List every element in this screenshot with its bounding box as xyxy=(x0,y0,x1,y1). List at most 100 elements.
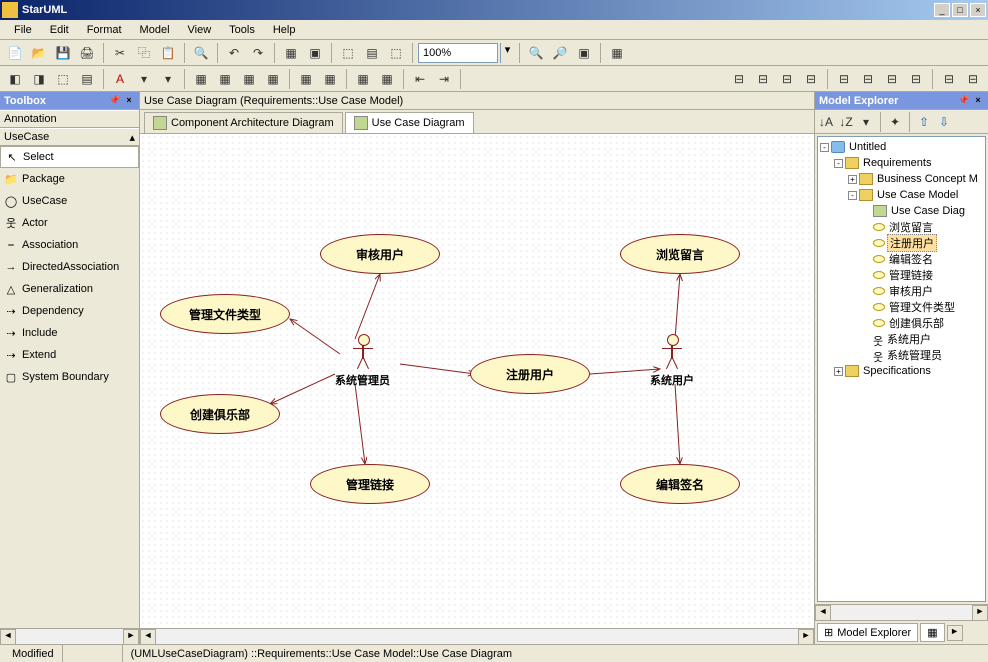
tree-item[interactable]: 系统用户 xyxy=(885,331,933,347)
zoom-dropdown-icon[interactable]: ▾ xyxy=(500,43,514,63)
tree-item[interactable]: 管理文件类型 xyxy=(887,299,957,315)
actor-a1[interactable]: 系统管理员 xyxy=(335,334,390,388)
fill-color-icon[interactable]: ▾ xyxy=(133,68,155,90)
zoom-fit-icon[interactable]: ▣ xyxy=(573,42,595,64)
fmt-12[interactable]: ▦ xyxy=(376,68,398,90)
tree-item[interactable]: 审核用户 xyxy=(887,283,935,299)
close-panel-icon[interactable]: × xyxy=(972,95,984,107)
tree-item[interactable]: 管理链接 xyxy=(887,267,935,283)
tree-item[interactable]: 系统管理员 xyxy=(885,347,944,363)
align-6[interactable]: ⊟ xyxy=(857,68,879,90)
tree-item[interactable]: 创建俱乐部 xyxy=(887,315,946,331)
fmt-5[interactable]: ▦ xyxy=(190,68,212,90)
exp-sort1-icon[interactable]: ↓A xyxy=(817,113,835,131)
align-7[interactable]: ⊟ xyxy=(881,68,903,90)
save-icon[interactable]: 💾 xyxy=(52,42,74,64)
toolbox-section-usecase[interactable]: UseCase▴ xyxy=(0,128,139,146)
fmt-9[interactable]: ▦ xyxy=(295,68,317,90)
tb-btn-5[interactable]: ⬚ xyxy=(385,42,407,64)
align-2[interactable]: ⊟ xyxy=(752,68,774,90)
toolbox-item-select[interactable]: ↖Select xyxy=(0,146,139,168)
tab-diagram-explorer[interactable]: ▦ xyxy=(920,623,944,642)
tree-item[interactable]: 编辑签名 xyxy=(887,251,935,267)
toolbox-item-dependency[interactable]: ⇢Dependency xyxy=(0,300,139,322)
copy-icon[interactable]: ⿻ xyxy=(133,42,155,64)
fmt-10[interactable]: ▦ xyxy=(319,68,341,90)
fmt-8[interactable]: ▦ xyxy=(262,68,284,90)
redo-icon[interactable]: ↷ xyxy=(247,42,269,64)
tree-toggle[interactable]: + xyxy=(834,367,843,376)
toolbox-item-association[interactable]: ⎯Association xyxy=(0,234,139,256)
find-icon[interactable]: 🔍 xyxy=(190,42,212,64)
tb-btn-6[interactable]: ▦ xyxy=(606,42,628,64)
menu-model[interactable]: Model xyxy=(132,22,178,38)
align-5[interactable]: ⊟ xyxy=(833,68,855,90)
toolbox-item-package[interactable]: 📁Package xyxy=(0,168,139,190)
tab-model-explorer[interactable]: ⊞Model Explorer xyxy=(817,623,918,642)
toolbox-item-extend[interactable]: ⇢Extend xyxy=(0,344,139,366)
zoom-in-icon[interactable]: 🔎 xyxy=(549,42,571,64)
tree-item[interactable]: 浏览留言 xyxy=(887,219,935,235)
align-8[interactable]: ⊟ xyxy=(905,68,927,90)
minimize-button[interactable]: _ xyxy=(934,3,950,17)
tab-component-diagram[interactable]: Component Architecture Diagram xyxy=(144,112,343,133)
menu-help[interactable]: Help xyxy=(265,22,304,38)
toolbox-section-annotation[interactable]: Annotation xyxy=(0,110,139,128)
tree-toggle[interactable]: + xyxy=(848,175,857,184)
maximize-button[interactable]: □ xyxy=(952,3,968,17)
line-color-icon[interactable]: ▾ xyxy=(157,68,179,90)
toolbox-item-system-boundary[interactable]: ▢System Boundary xyxy=(0,366,139,388)
canvas-scroll-left[interactable]: ◄ xyxy=(140,629,156,645)
tb-btn-3[interactable]: ⬚ xyxy=(337,42,359,64)
menu-file[interactable]: File xyxy=(6,22,40,38)
menu-view[interactable]: View xyxy=(180,22,220,38)
zoom-out-icon[interactable]: 🔍 xyxy=(525,42,547,64)
toolbox-item-directedassociation[interactable]: →DirectedAssociation xyxy=(0,256,139,278)
tree-toggle[interactable]: - xyxy=(848,191,857,200)
fmt-7[interactable]: ▦ xyxy=(238,68,260,90)
zoom-input[interactable]: 100% xyxy=(418,43,498,63)
explorer-tree[interactable]: -Untitled -Requirements +Business Concep… xyxy=(817,136,986,602)
canvas-scroll-right[interactable]: ► xyxy=(798,629,814,645)
align-9[interactable]: ⊟ xyxy=(938,68,960,90)
align-10[interactable]: ⊟ xyxy=(962,68,984,90)
usecase-uc2[interactable]: 浏览留言 xyxy=(620,234,740,274)
scroll-right-icon[interactable]: ► xyxy=(123,629,139,645)
close-button[interactable]: × xyxy=(970,3,986,17)
diagram-canvas[interactable]: 审核用户浏览留言管理文件类型注册用户创建俱乐部管理链接编辑签名系统管理员系统用户 xyxy=(140,134,814,628)
exp-refresh-icon[interactable]: ✦ xyxy=(886,113,904,131)
tabs-scroll-right[interactable]: ► xyxy=(947,625,963,641)
scroll-left-icon[interactable]: ◄ xyxy=(0,629,16,645)
exp-down-icon[interactable]: ⇩ xyxy=(935,113,953,131)
actor-a2[interactable]: 系统用户 xyxy=(650,334,694,388)
tab-usecase-diagram[interactable]: Use Case Diagram xyxy=(345,112,474,133)
usecase-uc1[interactable]: 审核用户 xyxy=(320,234,440,274)
exp-scroll-right[interactable]: ► xyxy=(972,605,988,621)
tb-btn-2[interactable]: ▣ xyxy=(304,42,326,64)
menu-format[interactable]: Format xyxy=(79,22,130,38)
pin-icon[interactable]: 📌 xyxy=(958,95,970,107)
usecase-uc6[interactable]: 管理链接 xyxy=(310,464,430,504)
font-color-icon[interactable]: A xyxy=(109,68,131,90)
menu-tools[interactable]: Tools xyxy=(221,22,263,38)
align-4[interactable]: ⊟ xyxy=(800,68,822,90)
tree-toggle[interactable]: - xyxy=(834,159,843,168)
align-1[interactable]: ⊟ xyxy=(728,68,750,90)
collapse-icon[interactable]: ▴ xyxy=(129,131,135,144)
fmt-1[interactable]: ◧ xyxy=(4,68,26,90)
fmt-6[interactable]: ▦ xyxy=(214,68,236,90)
usecase-uc3[interactable]: 管理文件类型 xyxy=(160,294,290,334)
fmt-4[interactable]: ▤ xyxy=(76,68,98,90)
menu-edit[interactable]: Edit xyxy=(42,22,77,38)
exp-scroll-left[interactable]: ◄ xyxy=(815,605,831,621)
tb-btn-1[interactable]: ▦ xyxy=(280,42,302,64)
usecase-uc5[interactable]: 创建俱乐部 xyxy=(160,394,280,434)
usecase-uc7[interactable]: 编辑签名 xyxy=(620,464,740,504)
toolbox-item-generalization[interactable]: △Generalization xyxy=(0,278,139,300)
paste-icon[interactable]: 📋 xyxy=(157,42,179,64)
tree-item[interactable]: 注册用户 xyxy=(887,234,937,252)
open-icon[interactable]: 📂 xyxy=(28,42,50,64)
new-icon[interactable]: 📄 xyxy=(4,42,26,64)
pin-icon[interactable]: 📌 xyxy=(109,95,121,107)
exp-sort2-icon[interactable]: ↓Z xyxy=(837,113,855,131)
